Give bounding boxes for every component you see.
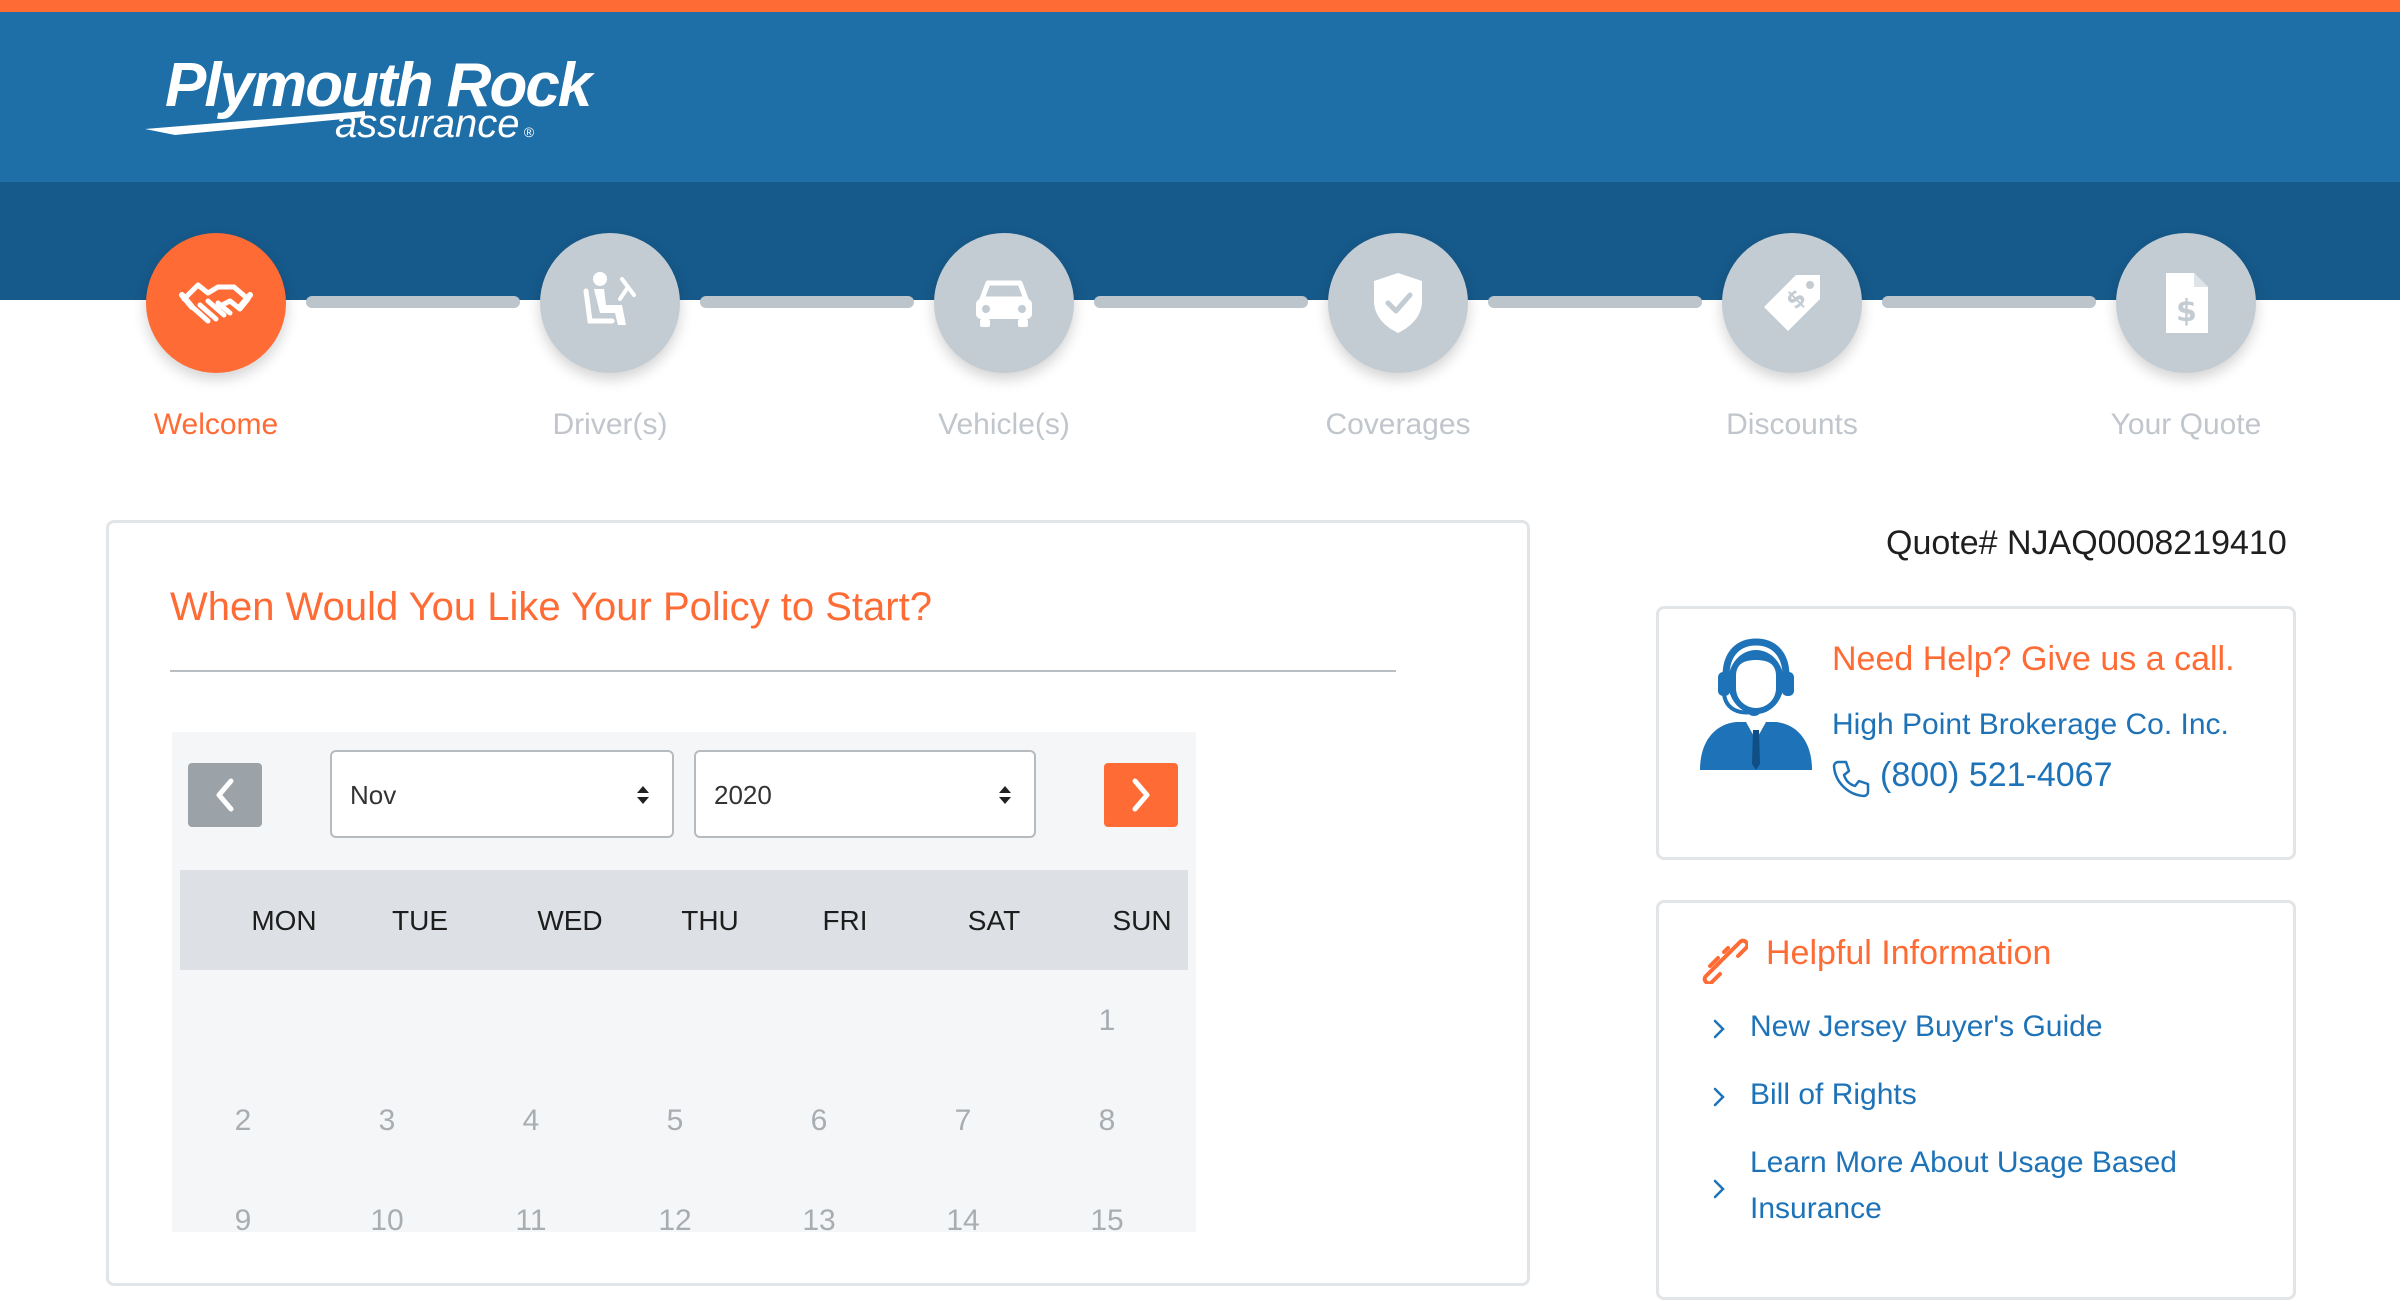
step-connector [1488,296,1702,308]
logo-line2: assurance ® [335,102,534,147]
page-title: When Would You Like Your Policy to Start… [170,585,932,629]
weekday-label: FRI [822,905,868,936]
bill-of-rights-link[interactable]: Bill of Rights [1750,1072,2210,1118]
chevron-right-icon [1713,1179,1725,1199]
dollar-document-icon: $ [2166,273,2208,333]
buyers-guide-link[interactable]: New Jersey Buyer's Guide [1750,1004,2210,1050]
year-select-value: 2020 [714,780,772,810]
car-icon [976,280,1032,327]
step-label-your-quote[interactable]: Your Quote [2066,408,2306,442]
calendar-day[interactable]: 3 [347,1104,427,1138]
select-arrows-icon [999,786,1011,804]
handshake-icon [179,282,253,324]
calendar-day[interactable]: 14 [923,1204,1003,1238]
helpful-information-title: Helpful Information [1766,934,2052,972]
calendar-day[interactable]: 8 [1067,1104,1147,1138]
price-tag-icon: $ [1764,275,1820,331]
calendar-day[interactable]: 10 [347,1204,427,1238]
calendar-day[interactable]: 13 [779,1204,859,1238]
chevron-right-icon [1713,1087,1725,1107]
plymouth-rock-logo[interactable]: Plymouth Rock assurance ® [145,50,592,150]
calendar [172,732,1196,1232]
progress-band [0,182,2400,300]
step-connector [1094,296,1308,308]
weekday-label: SUN [1112,905,1172,936]
step-label-welcome[interactable]: Welcome [96,408,336,442]
year-select[interactable]: 2020 [694,750,1036,838]
chevron-left-icon [216,778,234,812]
calendar-day[interactable]: 5 [635,1104,715,1138]
step-coverages[interactable] [1328,233,1468,373]
logo-line2-text: assurance [335,102,520,146]
calendar-day[interactable]: 7 [923,1104,1003,1138]
prev-month-button[interactable] [188,763,262,827]
svg-text:$: $ [2176,294,2197,329]
weekday-label: MON [251,905,317,936]
calendar-day[interactable]: 4 [491,1104,571,1138]
month-select-value: Nov [350,780,397,810]
shield-check-icon [1374,273,1422,333]
calendar-day[interactable]: 6 [779,1104,859,1138]
calendar-day[interactable]: 1 [1067,1004,1147,1038]
weekday-label: WED [537,905,603,936]
step-label-discounts[interactable]: Discounts [1672,408,1912,442]
step-your-quote[interactable]: $ [2116,233,2256,373]
calendar-day[interactable]: 9 [203,1204,283,1238]
top-accent-strip [0,0,2400,12]
step-connector [1882,296,2096,308]
step-connector [700,296,914,308]
broker-name: High Point Brokerage Co. Inc. [1832,708,2229,741]
month-select[interactable]: Nov [330,750,674,838]
step-vehicles[interactable] [934,233,1074,373]
next-month-button[interactable] [1104,763,1178,827]
phone-icon [1832,760,1870,798]
weekday-label: SAT [967,905,1021,936]
calendar-day[interactable]: 12 [635,1204,715,1238]
step-connector [306,296,520,308]
chevron-right-icon [1132,778,1150,812]
weekday-label: TUE [392,905,448,936]
calendar-day[interactable]: 11 [491,1204,571,1238]
link-icon [1702,938,1748,984]
step-welcome[interactable] [146,233,286,373]
title-divider [170,670,1396,672]
weekday-label: THU [681,905,739,936]
calendar-day[interactable]: 15 [1067,1204,1147,1238]
headset-agent-icon [1700,638,1812,770]
logo-reg-mark: ® [523,124,534,140]
calendar-day[interactable]: 2 [203,1104,283,1138]
chevron-right-icon [1713,1019,1725,1039]
driver-seat-icon [583,272,636,325]
help-phone-number[interactable]: (800) 521-4067 [1880,756,2113,795]
help-title: Need Help? Give us a call. [1832,640,2235,678]
quote-number: Quote# NJAQ0008219410 [1886,524,2287,562]
step-label-vehicles[interactable]: Vehicle(s) [884,408,1124,442]
step-label-drivers[interactable]: Driver(s) [490,408,730,442]
step-drivers[interactable] [540,233,680,373]
usage-based-insurance-link[interactable]: Learn More About Usage Based Insurance [1750,1140,2210,1232]
select-arrows-icon [637,786,649,804]
step-discounts[interactable]: $ [1722,233,1862,373]
step-label-coverages[interactable]: Coverages [1278,408,1518,442]
